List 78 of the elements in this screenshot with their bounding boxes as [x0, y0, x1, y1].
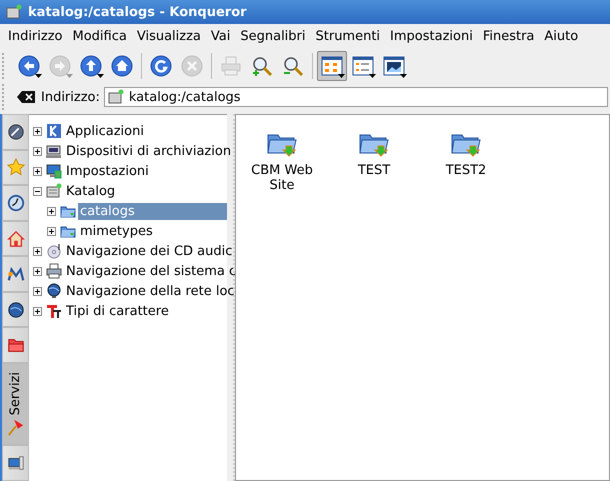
- menu-item[interactable]: Strumenti: [310, 27, 386, 46]
- tree-item[interactable]: Applicazioni: [64, 122, 227, 140]
- expand-toggle[interactable]: [33, 266, 44, 276]
- computer-icon: [46, 143, 62, 159]
- address-field[interactable]: katalog:/catalogs: [104, 87, 608, 107]
- menu-item[interactable]: Indirizzo: [3, 27, 68, 46]
- expand-toggle[interactable]: [47, 206, 58, 216]
- menu-item[interactable]: Segnalibri: [235, 27, 310, 46]
- window-title: katalog:/catalogs - Konqueror: [28, 4, 247, 20]
- tree-item[interactable]: mimetypes: [78, 222, 227, 240]
- tree-item[interactable]: Katalog: [64, 182, 227, 200]
- file-name[interactable]: CBM Web Site: [244, 163, 320, 193]
- expand-toggle[interactable]: [33, 166, 44, 176]
- drive-icon: [46, 183, 62, 199]
- icon-view-icon: [321, 55, 343, 77]
- sidebar-tab[interactable]: Servizi: [2, 363, 29, 446]
- expand-toggle[interactable]: [47, 226, 58, 236]
- monitor-icon: [46, 163, 62, 179]
- sidebar-tab[interactable]: [2, 292, 29, 328]
- address-label: Indirizzo:: [41, 90, 100, 104]
- tree-item[interactable]: Navigazione dei CD audic: [64, 242, 234, 260]
- forward-icon: [49, 55, 71, 77]
- globe-icon: [6, 300, 24, 319]
- home-icon: [6, 230, 24, 248]
- caret-icon: [400, 74, 407, 78]
- expand-toggle[interactable]: [33, 306, 44, 316]
- expand-toggle[interactable]: [33, 146, 44, 156]
- m-logo-icon: [6, 265, 24, 284]
- menu-item[interactable]: Visualizza: [132, 27, 206, 46]
- expand-toggle[interactable]: [33, 246, 44, 256]
- expand-toggle[interactable]: [33, 286, 44, 296]
- tree-item[interactable]: Dispositivi di archiviazion: [64, 142, 234, 160]
- folder-icon: [6, 336, 24, 354]
- zoom-out-icon: [282, 55, 304, 77]
- printer-icon: [220, 55, 242, 77]
- tree-item[interactable]: Navigazione della rete loc: [64, 282, 237, 300]
- expand-toggle[interactable]: [33, 126, 44, 136]
- file-name[interactable]: TEST: [358, 163, 390, 178]
- computer-icon: [6, 454, 24, 472]
- sidebar-tab[interactable]: [2, 114, 29, 150]
- drive-icon: [108, 89, 124, 105]
- caret-icon: [338, 74, 345, 78]
- clear-icon[interactable]: [17, 91, 35, 103]
- stop-icon: [181, 55, 203, 77]
- caret-icon: [369, 74, 376, 78]
- sidebar-tab[interactable]: [2, 185, 29, 221]
- back-icon: [18, 55, 40, 77]
- font-icon: [46, 303, 62, 319]
- tree-item[interactable]: Impostazioni: [64, 162, 227, 180]
- up-icon: [80, 55, 102, 77]
- menu-item[interactable]: Vai: [206, 27, 236, 46]
- toolbar-button[interactable]: [317, 51, 347, 81]
- menu-item[interactable]: Aiuto: [539, 27, 584, 46]
- menu-item[interactable]: Impostazioni: [385, 27, 478, 46]
- caret-icon: [66, 74, 73, 78]
- caret-icon: [35, 74, 42, 78]
- menu-item[interactable]: Modifica: [68, 27, 132, 46]
- caret-icon: [97, 74, 104, 78]
- reload-icon: [150, 55, 172, 77]
- list-view-icon: [352, 55, 374, 77]
- image-view-icon: [383, 55, 405, 77]
- sidebar-tab[interactable]: [2, 256, 29, 292]
- pin-icon: [6, 418, 24, 436]
- globe-icon: [46, 283, 62, 299]
- menu-item[interactable]: Finestra: [478, 27, 540, 46]
- collapse-toggle[interactable]: [33, 186, 44, 196]
- file-name[interactable]: TEST2: [446, 163, 486, 178]
- star-icon: [6, 158, 24, 176]
- drive-icon: [6, 4, 22, 20]
- cd-icon: [46, 243, 62, 259]
- printer-icon: [46, 263, 62, 279]
- zoom-in-icon: [251, 55, 273, 77]
- k-logo-icon: [46, 123, 62, 139]
- sidebar-tab[interactable]: [2, 445, 29, 481]
- clock-icon: [6, 194, 24, 212]
- tree-item[interactable]: Tipi di carattere: [64, 302, 227, 320]
- home-icon: [111, 55, 133, 77]
- sidebar-tab[interactable]: [2, 327, 29, 364]
